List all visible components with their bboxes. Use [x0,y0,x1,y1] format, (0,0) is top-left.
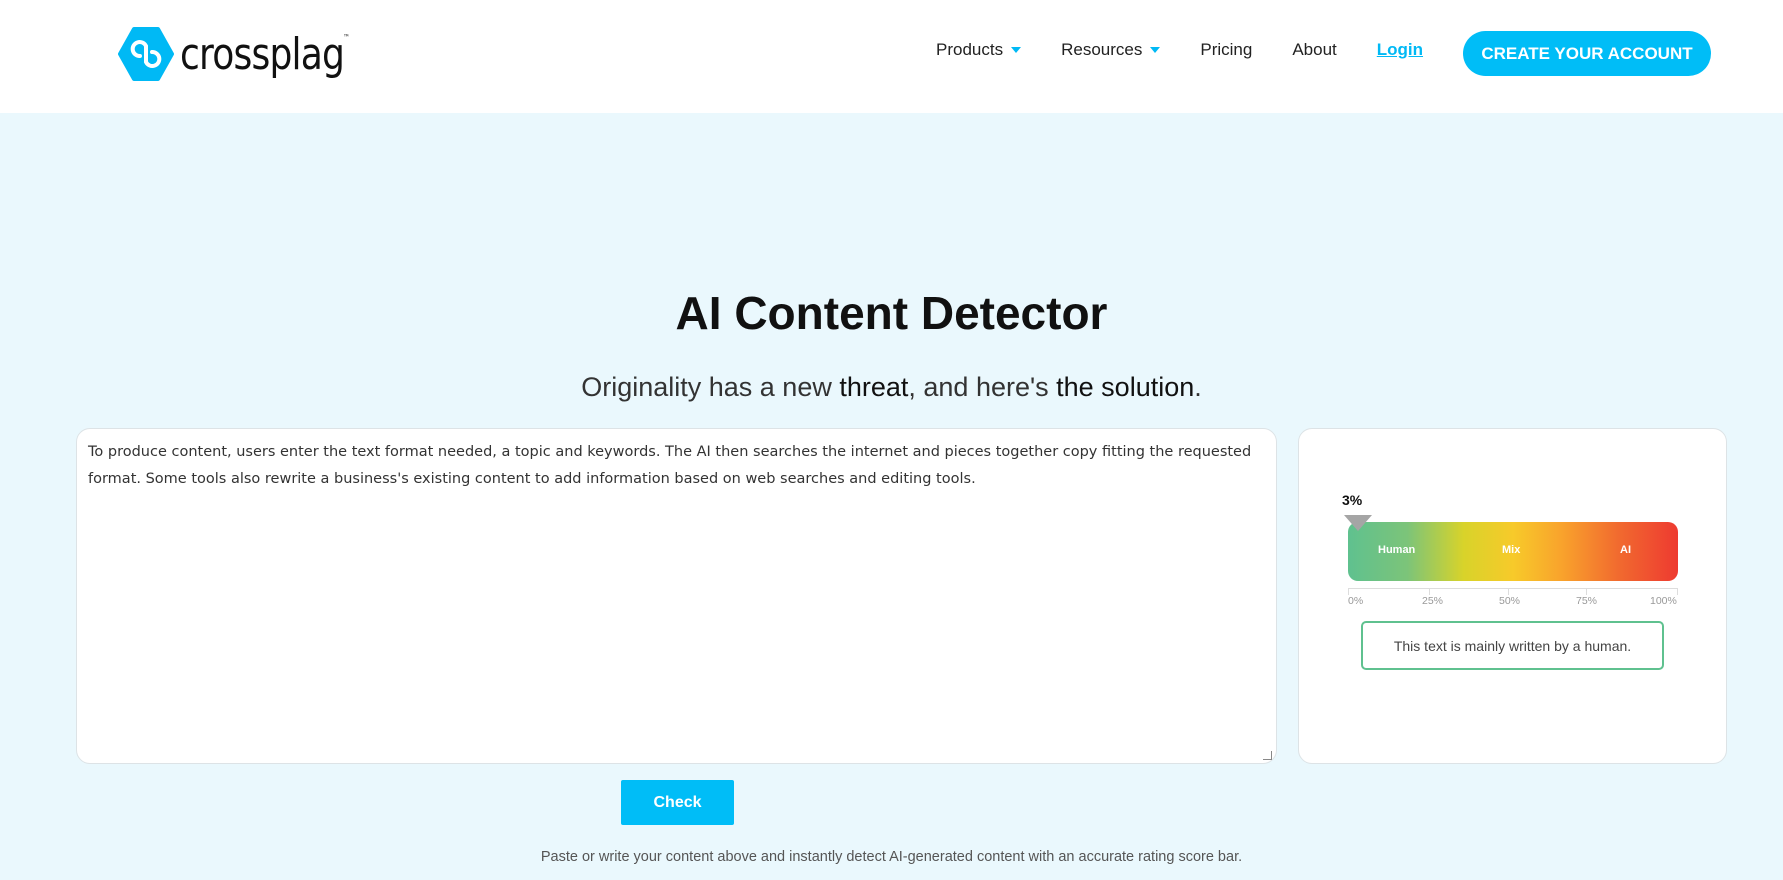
check-button[interactable]: Check [621,780,734,825]
tick-label: 75% [1576,595,1598,607]
page-title: AI Content Detector [675,287,1108,339]
tick-label: 50% [1499,595,1521,607]
nav-about[interactable]: About [1292,40,1336,60]
zone-ai: AI [1620,544,1631,556]
create-account-button[interactable]: CREATE YOUR ACCOUNT [1463,31,1711,76]
zone-human: Human [1378,544,1416,556]
page-subtitle: Originality has a new threat, and here's… [581,372,1202,402]
logo-text: crossplag ™ [180,28,350,80]
nav-products[interactable]: Products [936,40,1022,60]
resize-handle-icon[interactable] [1263,751,1272,760]
score-axis [1348,588,1678,595]
content-input[interactable]: To produce content, users enter the text… [76,428,1277,764]
footer-description: Paste or write your content above and in… [540,849,1243,865]
logo[interactable]: crossplag ™ [118,26,380,82]
nav-pricing[interactable]: Pricing [1200,40,1252,60]
login-link[interactable]: Login [1377,40,1423,60]
header: crossplag ™ Products Resources Pricing Ab… [0,0,1783,113]
nav-resources[interactable]: Resources [1061,40,1161,60]
score-bar: Human Mix AI [1348,522,1678,581]
crossplag-logo-icon [118,27,174,81]
tick-label: 25% [1422,595,1444,607]
score-label: 3% [1342,492,1363,508]
score-marker-icon [1343,515,1372,531]
nav-products-label: Products [936,40,1004,59]
tick [1677,589,1678,595]
caret-down-icon [1011,47,1022,53]
main-nav: Products Resources Pricing About Login [936,40,1443,60]
tick-label: 100% [1650,595,1677,607]
zone-mix: Mix [1502,544,1521,556]
caret-down-icon [1150,47,1161,53]
result-message: This text is mainly written by a human. [1361,621,1664,670]
tick-label: 0% [1348,595,1364,607]
nav-resources-label: Resources [1061,40,1143,59]
